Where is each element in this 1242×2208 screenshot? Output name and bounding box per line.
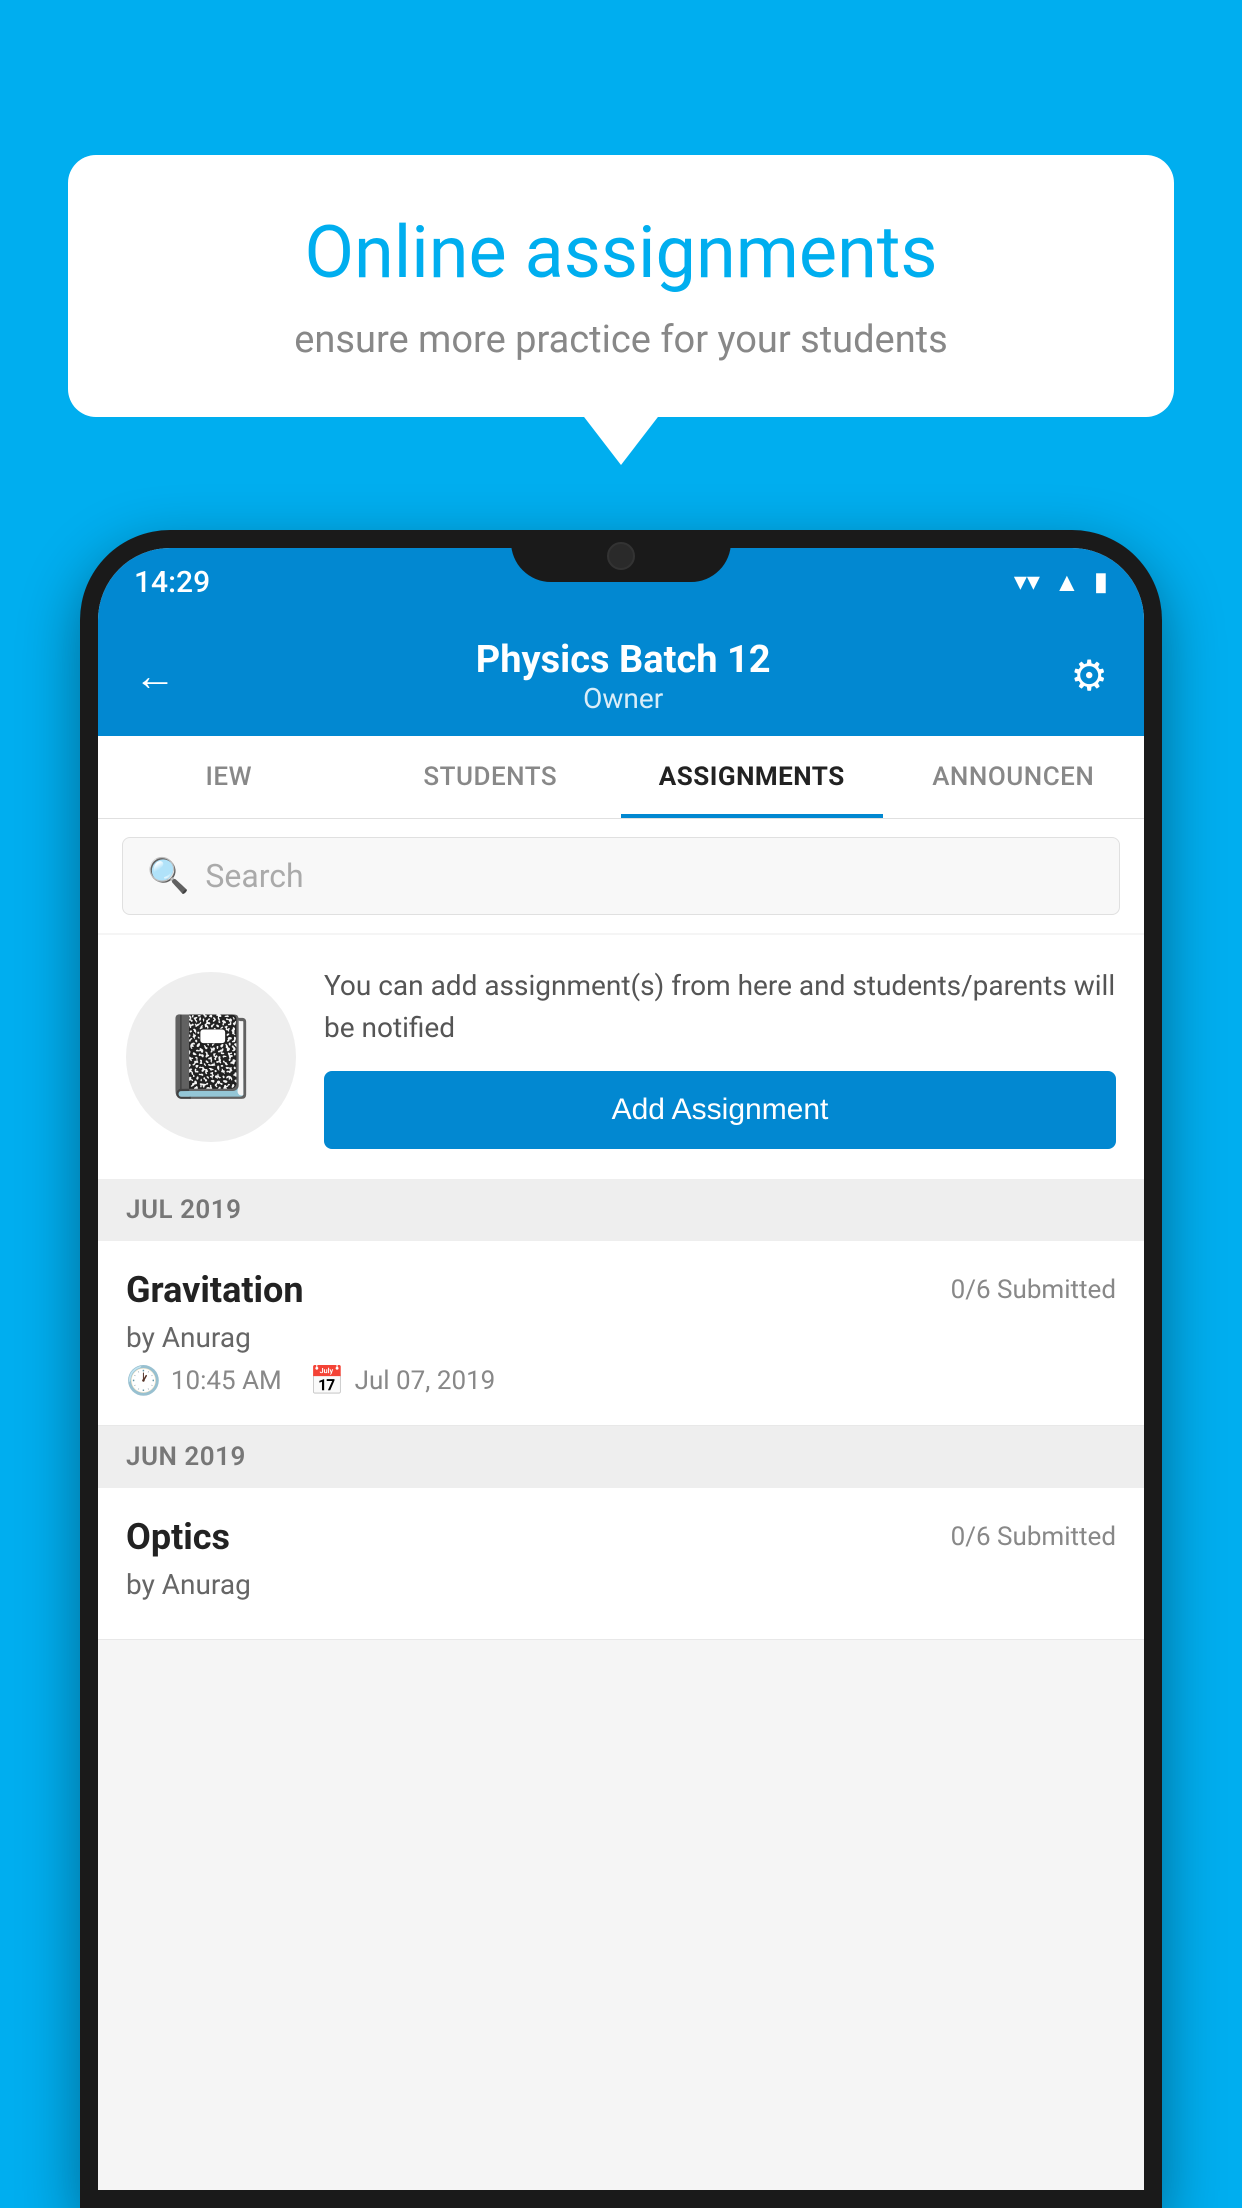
wifi-icon: ▾▾	[1014, 567, 1040, 597]
promo-description: You can add assignment(s) from here and …	[324, 965, 1116, 1049]
section-jul-2019: JUL 2019	[98, 1179, 1144, 1241]
promo-content: You can add assignment(s) from here and …	[324, 965, 1116, 1149]
promo-section: 📓 You can add assignment(s) from here an…	[98, 935, 1144, 1179]
header-role: Owner	[476, 682, 771, 715]
assignment-name-optics: Optics	[126, 1516, 230, 1558]
tab-students[interactable]: STUDENTS	[360, 736, 622, 818]
phone-notch	[511, 530, 731, 582]
assignment-gravitation[interactable]: Gravitation 0/6 Submitted by Anurag 🕐 10…	[98, 1241, 1144, 1426]
gravitation-author: by Anurag	[126, 1321, 1116, 1354]
tab-assignments[interactable]: ASSIGNMENTS	[621, 736, 883, 818]
assignment-top-row: Gravitation 0/6 Submitted	[126, 1269, 1116, 1311]
section-jun-2019: JUN 2019	[98, 1426, 1144, 1488]
search-bar[interactable]: 🔍 Search	[122, 837, 1120, 915]
status-icons: ▾▾ ▲ ▮	[1014, 567, 1108, 598]
speech-bubble-container: Online assignments ensure more practice …	[68, 155, 1174, 417]
tabs-container: IEW STUDENTS ASSIGNMENTS ANNOUNCEN	[98, 736, 1144, 819]
clock-icon: 🕐	[126, 1364, 161, 1397]
gravitation-time: 🕐 10:45 AM	[126, 1364, 282, 1397]
optics-author: by Anurag	[126, 1568, 1116, 1601]
promo-icon-circle: 📓	[126, 972, 296, 1142]
gravitation-meta: 🕐 10:45 AM 📅 Jul 07, 2019	[126, 1364, 1116, 1397]
calendar-icon: 📅	[310, 1364, 345, 1397]
tab-overview[interactable]: IEW	[98, 736, 360, 818]
bubble-title: Online assignments	[128, 210, 1114, 296]
signal-icon: ▲	[1054, 567, 1080, 598]
assignment-name-gravitation: Gravitation	[126, 1269, 304, 1311]
batch-name: Physics Batch 12	[476, 638, 771, 682]
assignment-optics[interactable]: Optics 0/6 Submitted by Anurag	[98, 1488, 1144, 1640]
notebook-icon: 📓	[161, 1010, 261, 1104]
header-title-block: Physics Batch 12 Owner	[476, 638, 771, 715]
gravitation-date-value: Jul 07, 2019	[355, 1366, 496, 1396]
speech-bubble: Online assignments ensure more practice …	[68, 155, 1174, 417]
add-assignment-button[interactable]: Add Assignment	[324, 1071, 1116, 1149]
settings-icon[interactable]: ⚙	[1070, 651, 1108, 701]
status-time: 14:29	[134, 565, 210, 600]
app-header: ← Physics Batch 12 Owner ⚙	[98, 616, 1144, 736]
search-placeholder: Search	[205, 857, 303, 895]
phone-frame: 14:29 ▾▾ ▲ ▮ ← Physics Batch 12 Owner ⚙ …	[80, 530, 1162, 2208]
phone-camera	[607, 542, 635, 570]
optics-top-row: Optics 0/6 Submitted	[126, 1516, 1116, 1558]
optics-submitted: 0/6 Submitted	[951, 1522, 1116, 1552]
tab-announcements[interactable]: ANNOUNCEN	[883, 736, 1145, 818]
gravitation-date: 📅 Jul 07, 2019	[310, 1364, 496, 1397]
search-container: 🔍 Search	[98, 819, 1144, 933]
back-button[interactable]: ←	[134, 652, 176, 701]
bubble-subtitle: ensure more practice for your students	[128, 318, 1114, 362]
gravitation-submitted: 0/6 Submitted	[951, 1275, 1116, 1305]
gravitation-time-value: 10:45 AM	[171, 1366, 282, 1396]
phone-screen: 14:29 ▾▾ ▲ ▮ ← Physics Batch 12 Owner ⚙ …	[98, 548, 1144, 2190]
battery-icon: ▮	[1094, 567, 1108, 597]
search-icon: 🔍	[147, 856, 189, 896]
